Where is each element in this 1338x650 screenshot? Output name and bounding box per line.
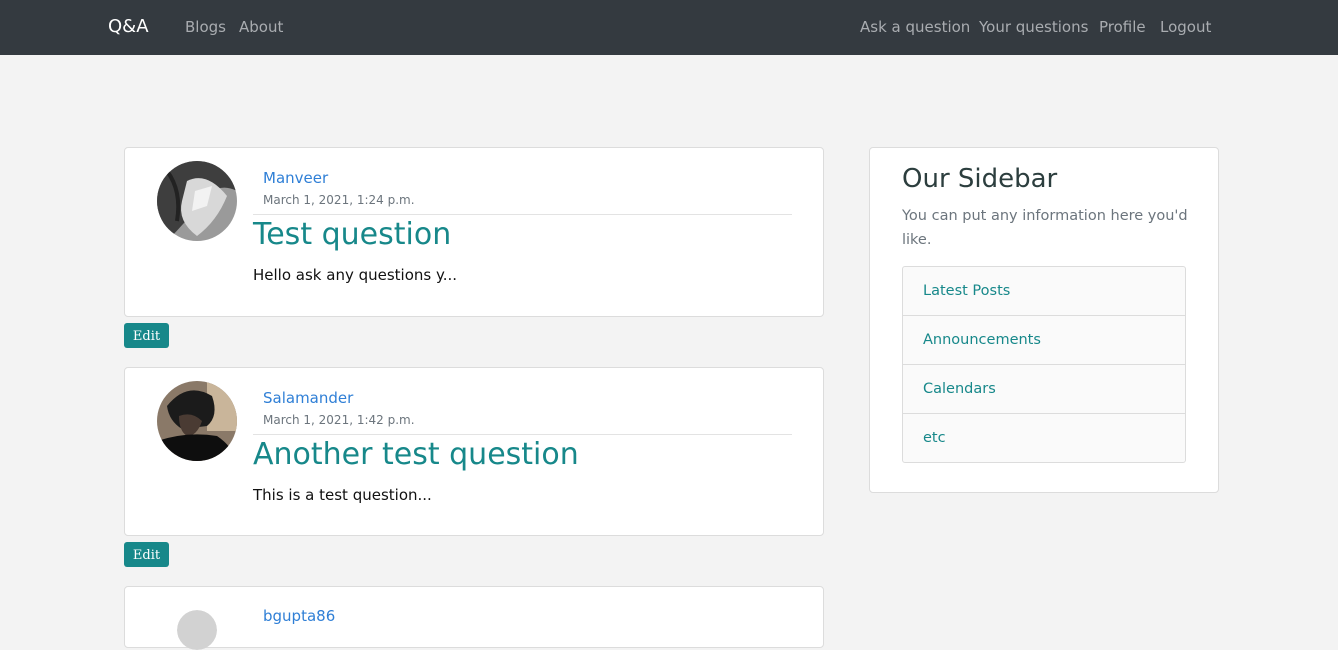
question-title[interactable]: Test question [253,217,451,252]
nav-link-about[interactable]: About [239,18,283,36]
nav-link-blogs[interactable]: Blogs [185,18,226,36]
edit-button[interactable]: Edit [124,542,169,567]
avatar[interactable] [177,610,217,650]
divider [253,434,792,435]
top-navbar: Q&A Blogs About Ask a question Your ques… [0,0,1338,55]
sidebar-title: Our Sidebar [902,164,1058,194]
author-link[interactable]: Salamander [263,389,353,407]
question-excerpt: This is a test question... [253,486,432,504]
sidebar: Our Sidebar You can put any information … [869,147,1219,493]
question-card: bgupta86 [124,586,824,650]
sidebar-list: Latest Posts Announcements Calendars etc [902,266,1186,463]
avatar[interactable] [157,161,237,241]
nav-link-ask-question[interactable]: Ask a question [860,18,970,36]
brand-link[interactable]: Q&A [108,16,149,37]
nav-link-profile[interactable]: Profile [1099,18,1146,36]
question-card: Salamander March 1, 2021, 1:42 p.m. Anot… [124,367,824,536]
post-date: March 1, 2021, 1:42 p.m. [263,413,415,427]
sidebar-item-etc[interactable]: etc [903,414,1185,462]
edit-button[interactable]: Edit [124,323,169,348]
nav-link-your-questions[interactable]: Your questions [979,18,1088,36]
author-link[interactable]: bgupta86 [263,607,335,625]
question-excerpt: Hello ask any questions y... [253,266,458,284]
sidebar-description: You can put any information here you'd l… [902,208,1188,248]
avatar[interactable] [157,381,237,461]
divider [253,214,792,215]
question-card: Manveer March 1, 2021, 1:24 p.m. Test qu… [124,147,824,317]
nav-link-logout[interactable]: Logout [1160,18,1211,36]
question-title[interactable]: Another test question [253,437,579,472]
sidebar-item-latest-posts[interactable]: Latest Posts [903,267,1185,316]
sidebar-item-announcements[interactable]: Announcements [903,316,1185,365]
author-link[interactable]: Manveer [263,169,328,187]
post-date: March 1, 2021, 1:24 p.m. [263,193,415,207]
sidebar-item-calendars[interactable]: Calendars [903,365,1185,414]
